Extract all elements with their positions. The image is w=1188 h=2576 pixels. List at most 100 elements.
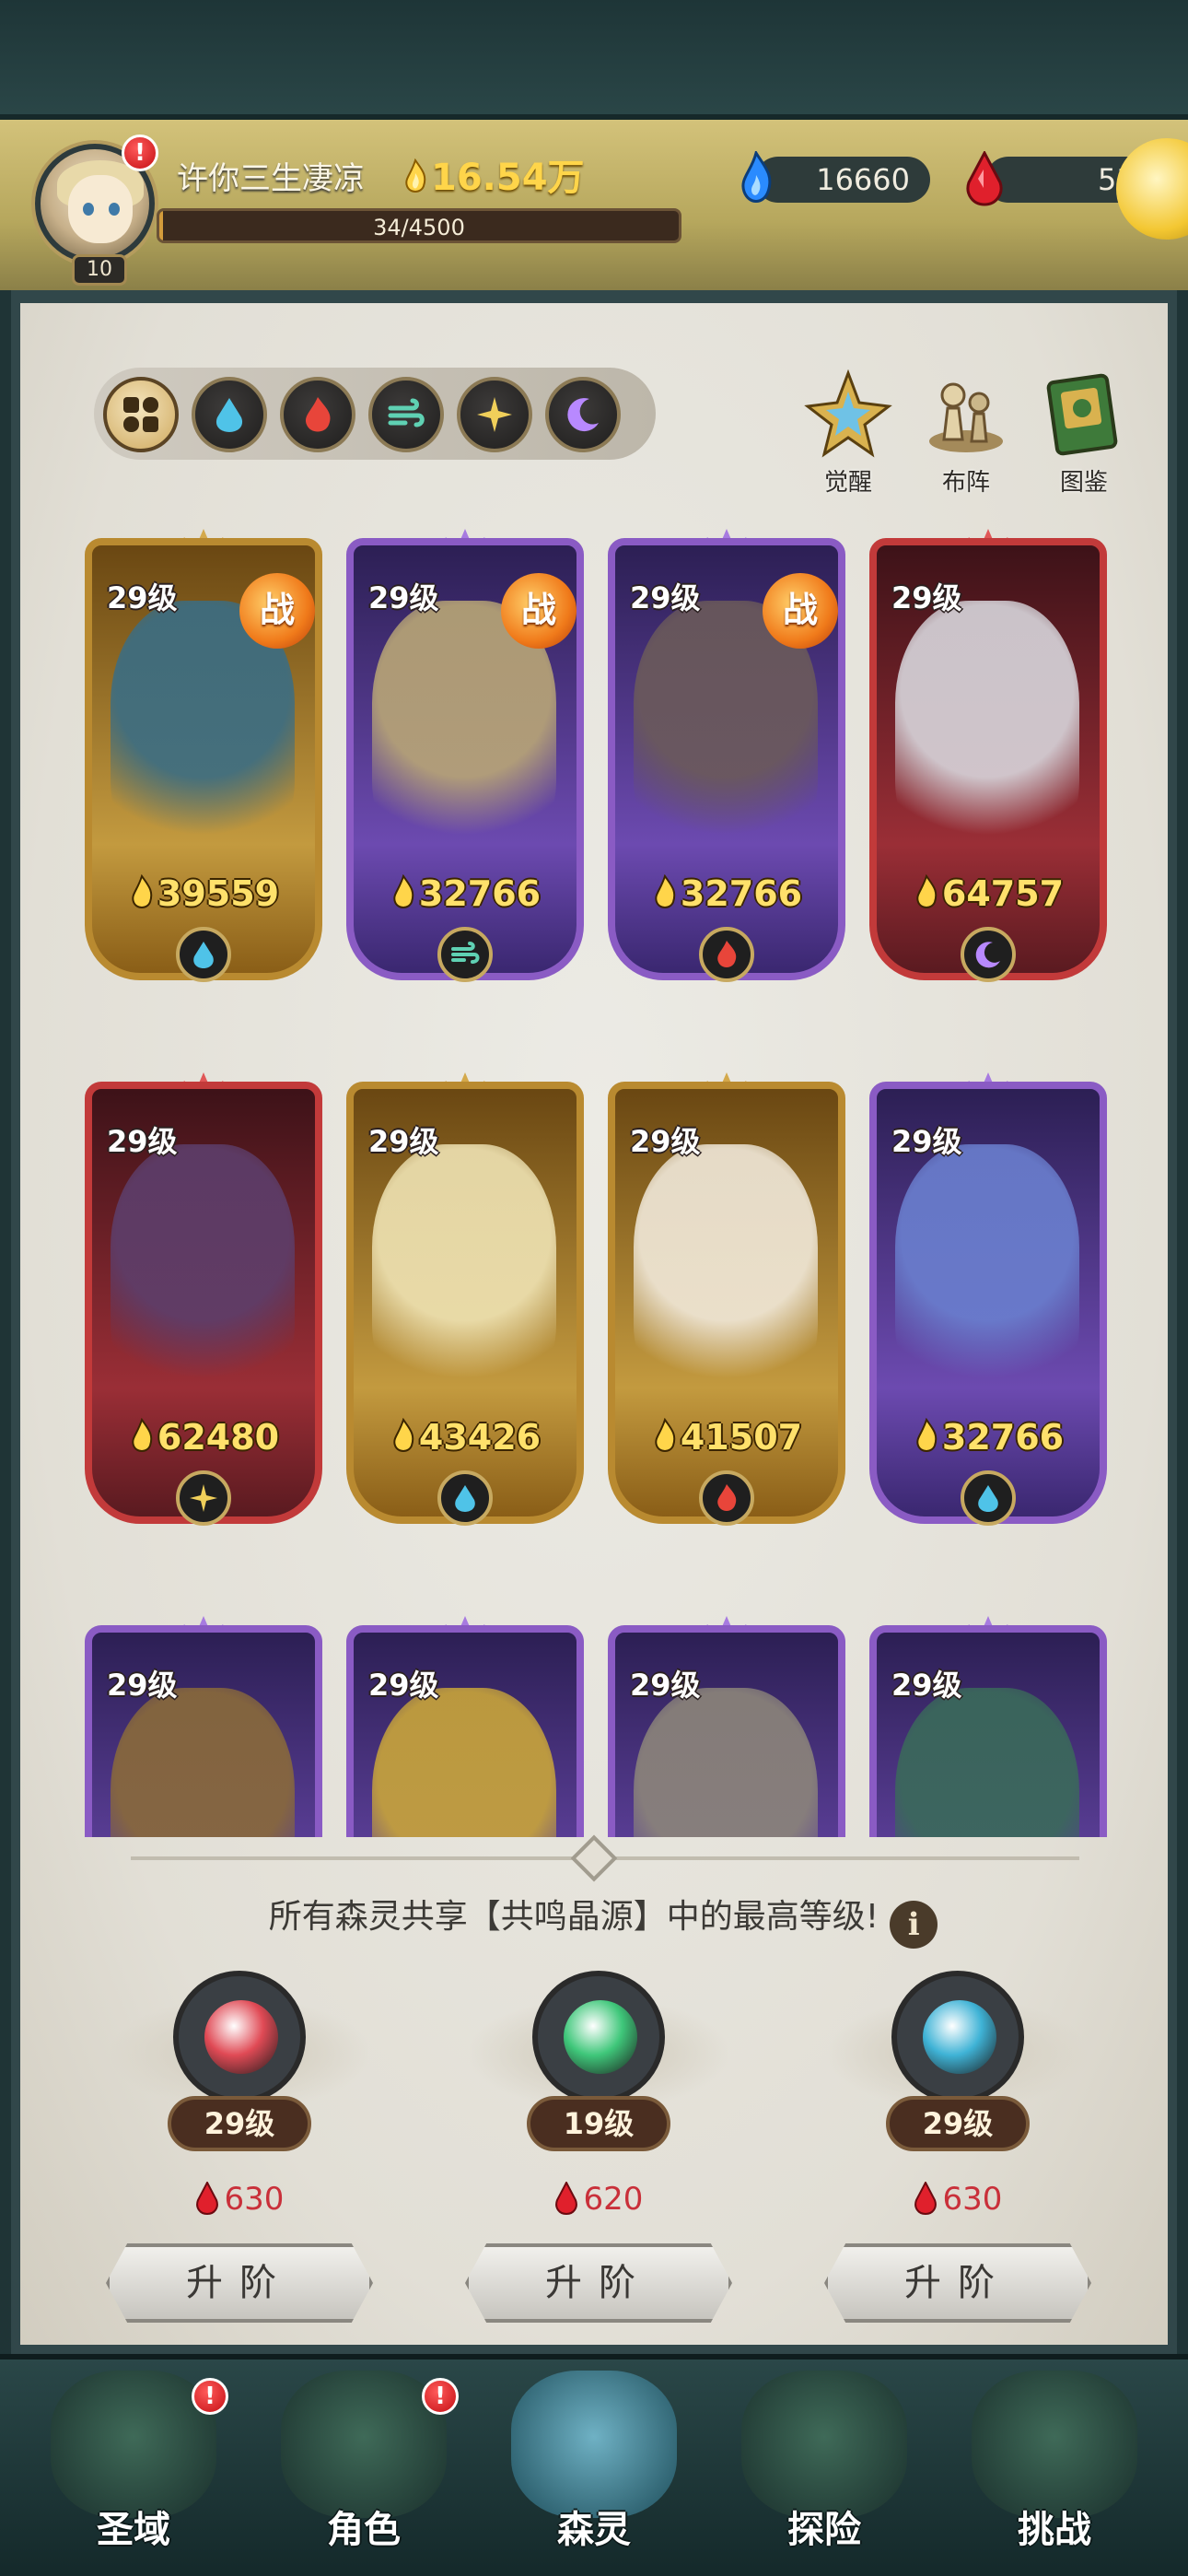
card-frame [346, 1625, 584, 1837]
fire-element-badge [699, 927, 754, 982]
gold-counter: 16.54万 [402, 147, 585, 201]
player-name: 许你三生凄凉 [177, 160, 365, 197]
water-element-badge [961, 1470, 1016, 1526]
card-power-value: 64757 [941, 873, 1065, 914]
spirit-card[interactable]: 29级 [85, 1616, 322, 1837]
nav-item-challenge[interactable]: 挑战 [949, 2371, 1160, 2564]
spirit-card[interactable]: 29级 32766 [869, 1072, 1107, 1533]
card-level: 29级 [891, 580, 962, 615]
blue-flame-icon [741, 151, 772, 203]
divider-ornament [570, 1834, 618, 1882]
dark-icon [567, 398, 599, 432]
spirit-portrait [895, 601, 1079, 859]
spirit-card[interactable]: 29级 41507 [608, 1072, 845, 1533]
explore-icon [741, 2371, 907, 2518]
spirit-card[interactable]: 29级 62480 [85, 1072, 322, 1533]
dark-element-badge [961, 927, 1016, 982]
power-flame-icon [132, 874, 153, 908]
card-level: 29级 [368, 1668, 439, 1703]
power-flame-icon [655, 1418, 676, 1452]
card-level: 29级 [891, 1668, 962, 1703]
nav-alert-badge: ! [422, 2378, 459, 2415]
red-drop-icon [554, 2182, 577, 2215]
spirit-card[interactable]: 29级 [869, 1616, 1107, 1837]
spirit-card[interactable]: 29级 战 32766 [608, 529, 845, 989]
in-battle-badge: 战 [501, 573, 577, 649]
element-filter-tabs [94, 368, 656, 460]
upgrade-button[interactable]: 升阶 [465, 2243, 732, 2323]
player-header: ! 10 许你三生凄凉 16.54万 34/4500 16660 53 [0, 120, 1188, 290]
gold-value: 16.54万 [431, 157, 585, 199]
tab-fire[interactable] [280, 377, 355, 452]
in-battle-badge: 战 [763, 573, 838, 649]
formation-button[interactable]: 布阵 [912, 369, 1020, 498]
card-power: 39559 [85, 873, 322, 914]
formation-icon [929, 382, 1003, 452]
info-icon[interactable]: i [890, 1901, 938, 1949]
in-battle-badge: 战 [239, 573, 315, 649]
spirit-card[interactable]: 29级 战 32766 [346, 529, 584, 989]
awaken-icon [804, 369, 892, 458]
dark-icon [975, 942, 1000, 968]
power-flame-icon [132, 1418, 153, 1452]
blue-resource-pill[interactable]: 16660 [741, 151, 930, 203]
exp-text: 34/4500 [373, 215, 465, 240]
crystal-orb[interactable] [173, 1971, 306, 2103]
gold-flame-icon [405, 158, 426, 193]
awaken-button[interactable]: 觉醒 [794, 369, 903, 498]
card-power-value: 32766 [941, 1417, 1065, 1458]
card-power: 32766 [608, 873, 845, 914]
nav-item-spirit[interactable]: 森灵 [488, 2371, 700, 2564]
spirit-portrait [895, 1688, 1079, 1837]
spirit-card[interactable]: 29级 [608, 1616, 845, 1837]
spirit-portrait [895, 1144, 1079, 1402]
codex-icon [1046, 373, 1118, 456]
spirit-card[interactable]: 29级 64757 [869, 529, 1107, 989]
nav-label: 探险 [787, 2509, 861, 2551]
upgrade-button[interactable]: 升阶 [824, 2243, 1091, 2323]
spirit-portrait [111, 1688, 295, 1837]
red-drop-icon [966, 151, 1003, 206]
tab-light[interactable] [457, 377, 532, 452]
power-flame-icon [916, 1418, 938, 1452]
tab-dark[interactable] [545, 377, 621, 452]
red-drop-icon [914, 2182, 937, 2215]
water-element-badge [437, 1470, 493, 1526]
nav-label: 圣域 [97, 2509, 170, 2551]
crystal-orb[interactable] [891, 1971, 1024, 2103]
card-level: 29级 [630, 1124, 701, 1159]
crystal-level: 29级 [168, 2096, 311, 2151]
fire-icon [717, 1484, 737, 1511]
crystal-level: 19级 [527, 2096, 670, 2151]
power-flame-icon [393, 1418, 414, 1452]
awaken-label: 觉醒 [823, 469, 872, 497]
card-level: 29级 [891, 1124, 962, 1159]
tab-all[interactable] [103, 377, 179, 452]
resonance-text: 所有森灵共享【共鸣晶源】中的最高等级! [268, 1898, 879, 1936]
wind-element-badge [437, 927, 493, 982]
fire-element-badge [699, 1470, 754, 1526]
spirit-card[interactable]: 29级 战 39559 [85, 529, 322, 989]
nav-item-character[interactable]: ! 角色 [258, 2371, 470, 2564]
card-power: 43426 [346, 1417, 584, 1458]
nav-item-sanctuary[interactable]: ! 圣域 [28, 2371, 239, 2564]
spirit-card[interactable]: 29级 43426 [346, 1072, 584, 1533]
tab-water[interactable] [192, 377, 267, 452]
spirit-card[interactable]: 29级 [346, 1616, 584, 1837]
card-power-value: 43426 [418, 1417, 542, 1458]
light-icon [190, 1484, 217, 1512]
tab-wind[interactable] [368, 377, 444, 452]
spirit-panel: 觉醒 布阵 图鉴 29级 战 39559 29级 战 32766 29级 战 32766 29级 6… [11, 290, 1177, 2354]
codex-button[interactable]: 图鉴 [1030, 369, 1138, 498]
nav-item-explore[interactable]: 探险 [718, 2371, 930, 2564]
upgrade-cost-value: 630 [224, 2181, 285, 2218]
spirit-portrait [111, 1144, 295, 1402]
card-level: 29级 [630, 580, 701, 615]
crystal-orb[interactable] [532, 1971, 665, 2103]
upgrade-cost-value: 620 [583, 2181, 644, 2218]
water-element-badge [176, 927, 231, 982]
player-avatar[interactable]: ! 10 [26, 135, 164, 286]
wind-icon [388, 398, 425, 427]
nav-label: 挑战 [1018, 2509, 1091, 2551]
upgrade-button[interactable]: 升阶 [106, 2243, 373, 2323]
